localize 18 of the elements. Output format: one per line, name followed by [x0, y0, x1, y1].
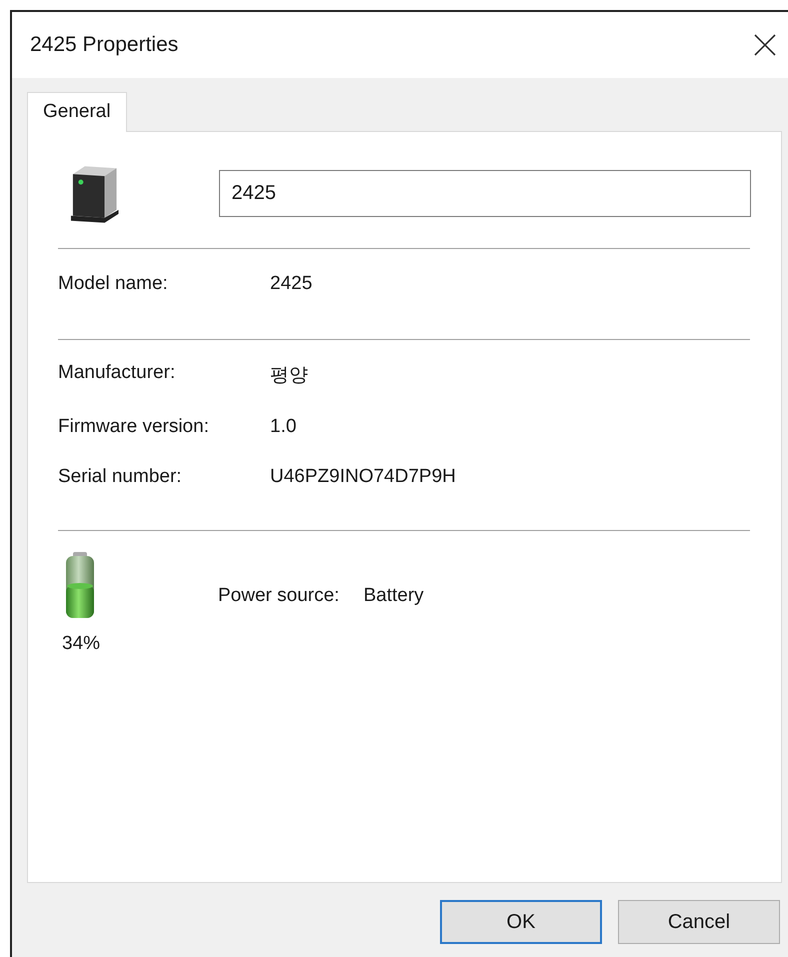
field-value: 1.0	[270, 416, 296, 438]
power-source-value: Battery	[363, 585, 424, 607]
battery-percent: 34%	[62, 633, 100, 655]
field-label: Model name:	[58, 273, 169, 295]
tab[interactable]: General	[27, 92, 127, 132]
field-value: 평양	[270, 364, 308, 388]
field-label: Serial number:	[58, 466, 183, 488]
field-value: 2425	[270, 273, 312, 295]
ok-button[interactable]: OK	[440, 900, 602, 944]
window-title: 2425 Properties	[30, 33, 178, 57]
battery-icon	[64, 551, 96, 619]
cancel-button[interactable]: Cancel	[618, 900, 780, 944]
close-icon[interactable]	[754, 34, 776, 56]
field-label: Firmware version:	[58, 416, 210, 438]
power-source-label: Power source:	[218, 585, 340, 607]
field-value: U46PZ9INO74D7P9H	[270, 466, 456, 488]
field-label: Manufacturer:	[58, 362, 176, 385]
device-name-field[interactable]: 2425	[218, 170, 751, 216]
